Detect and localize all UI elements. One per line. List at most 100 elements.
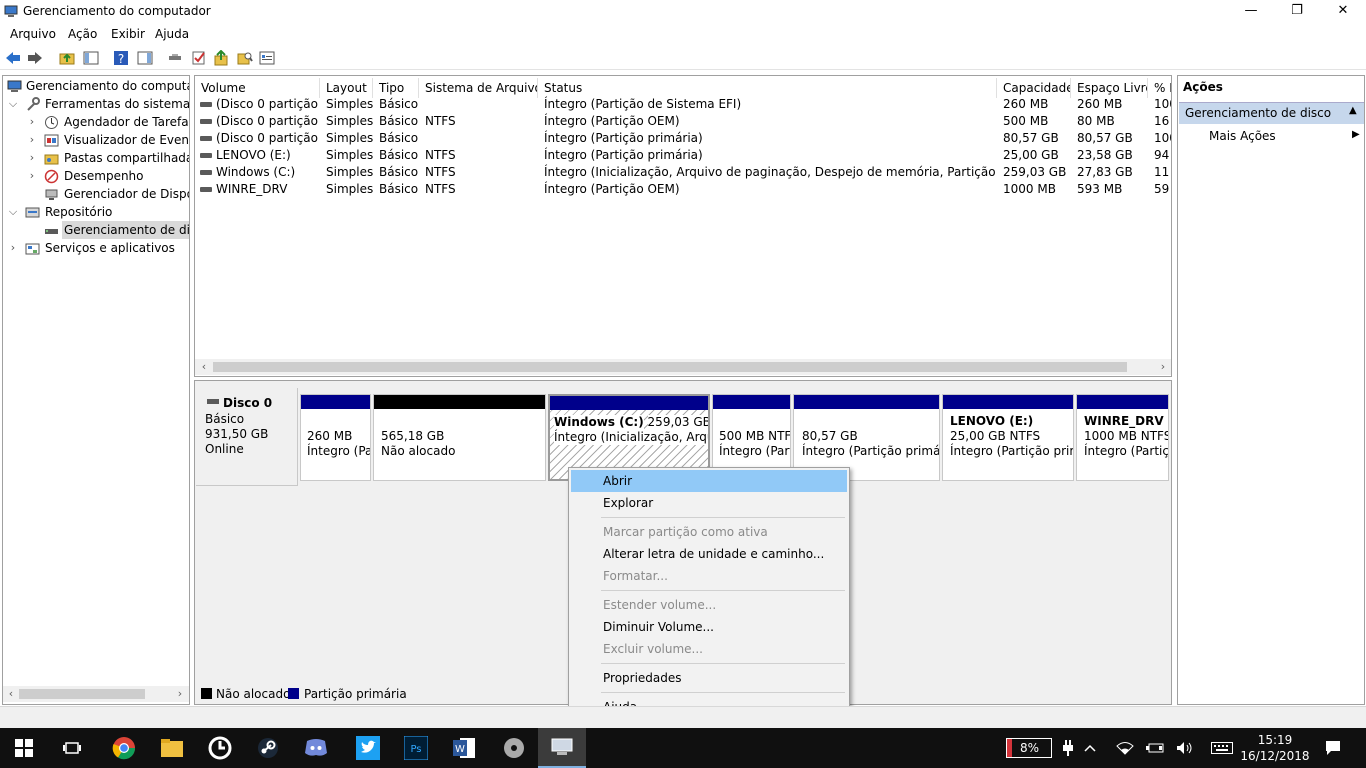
tree-item-services-apps[interactable]: › Serviços e aplicativos — [3, 239, 189, 257]
table-row[interactable]: LENOVO (E:) Simples Básico NTFS Íntegro … — [195, 147, 1171, 164]
chevron-right-icon[interactable]: › — [27, 113, 37, 131]
battery-indicator[interactable]: 8% — [1004, 728, 1054, 768]
minimize-button[interactable]: — — [1228, 0, 1274, 24]
back-arrow-icon[interactable] — [4, 49, 22, 67]
menu-ajuda[interactable]: Ajuda — [155, 27, 189, 41]
tree-item-task-scheduler[interactable]: › Agendador de Tarefas — [3, 113, 189, 131]
column-header-percent-free[interactable]: % L — [1148, 78, 1171, 98]
table-row[interactable]: (Disco 0 partição 1) Simples Básico Ínte… — [195, 96, 1171, 113]
table-row[interactable]: (Disco 0 partição 5) Simples Básico Ínte… — [195, 130, 1171, 147]
cell-capacity: 25,00 GB — [1003, 148, 1059, 162]
restore-button[interactable]: ❐ — [1274, 0, 1320, 24]
chevron-right-icon[interactable]: › — [8, 239, 18, 257]
column-header-volume[interactable]: Volume — [195, 78, 320, 98]
menu-item-open[interactable]: Abrir — [571, 470, 847, 492]
column-header-free-space[interactable]: Espaço Livre — [1071, 78, 1148, 98]
chevron-up-icon[interactable] — [1080, 728, 1100, 768]
chevron-right-icon[interactable]: › — [27, 149, 37, 167]
column-header-capacity[interactable]: Capacidade — [997, 78, 1071, 98]
disk-icon — [200, 136, 212, 141]
table-row[interactable]: WINRE_DRV Simples Básico NTFS Íntegro (P… — [195, 181, 1171, 198]
partition-bar — [713, 395, 790, 409]
toolbar: ? — [0, 46, 1366, 70]
close-button[interactable]: ✕ — [1320, 0, 1366, 24]
tree-item-disk-management[interactable]: Gerenciamento de disco — [3, 221, 189, 239]
clock[interactable]: 15:19 16/12/2018 — [1240, 728, 1310, 768]
tree-item-event-viewer[interactable]: › Visualizador de Eventos — [3, 131, 189, 149]
show-hide-action-pane-icon[interactable] — [136, 49, 154, 67]
chrome-icon[interactable] — [100, 728, 148, 768]
table-row[interactable]: (Disco 0 partição 4) Simples Básico NTFS… — [195, 113, 1171, 130]
menu-exibir[interactable]: Exibir — [111, 27, 145, 41]
column-header-layout[interactable]: Layout — [320, 78, 373, 98]
menu-item-explore[interactable]: Explorar — [571, 492, 847, 514]
twitter-icon[interactable] — [344, 728, 392, 768]
forward-arrow-icon[interactable] — [26, 49, 44, 67]
tree-item-performance[interactable]: › Desempenho — [3, 167, 189, 185]
tree-item-computer-management[interactable]: Gerenciamento do computador — [3, 77, 189, 95]
table-row[interactable]: Windows (C:) Simples Básico NTFS Íntegro… — [195, 164, 1171, 181]
column-header-file-system[interactable]: Sistema de Arquivos — [419, 78, 538, 98]
tools-icon — [27, 97, 40, 111]
column-header-type[interactable]: Tipo — [373, 78, 419, 98]
tree-horizontal-scrollbar[interactable]: ‹ › — [3, 686, 189, 702]
export-icon[interactable] — [212, 49, 230, 67]
disk-0-label[interactable]: Disco 0 Básico 931,50 GB Online — [196, 388, 298, 486]
actions-section-disk-management[interactable]: Gerenciamento de disco ▲ — [1179, 102, 1364, 124]
help-icon[interactable]: ? — [112, 49, 130, 67]
column-header-status[interactable]: Status — [538, 78, 997, 98]
volume-list-horizontal-scrollbar[interactable]: ‹ › — [195, 359, 1171, 375]
chevron-right-icon[interactable]: › — [27, 131, 37, 149]
title-bar: Gerenciamento do computador — ❐ ✕ — [0, 0, 1366, 24]
scroll-left-icon[interactable]: ‹ — [197, 359, 211, 375]
partition-winre[interactable]: WINRE_DRV 1000 MB NTFS Íntegro (Partição… — [1076, 394, 1169, 481]
scroll-right-icon[interactable]: › — [173, 686, 187, 702]
menu-acao[interactable]: Ação — [68, 27, 97, 41]
menu-item-shrink-volume[interactable]: Diminuir Volume... — [571, 616, 847, 638]
collapse-arrow-icon[interactable]: ▲ — [1349, 105, 1357, 116]
volume-icon[interactable] — [1174, 728, 1196, 768]
menu-arquivo[interactable]: Arquivo — [10, 27, 56, 41]
task-view-icon[interactable] — [48, 728, 96, 768]
scrollbar-thumb[interactable] — [213, 362, 1127, 372]
properties-icon[interactable] — [258, 49, 276, 67]
scrollbar-thumb[interactable] — [19, 689, 145, 699]
search-folder-icon[interactable] — [236, 49, 254, 67]
wifi-icon[interactable] — [1114, 728, 1136, 768]
battery-icon[interactable] — [1144, 728, 1166, 768]
partition-efi[interactable]: 260 MB Íntegro (Partição de Sistema EFI) — [300, 394, 371, 481]
file-explorer-icon[interactable] — [148, 728, 196, 768]
photoshop-icon[interactable]: Ps — [392, 728, 440, 768]
cell-status: Íntegro (Partição de Sistema EFI) — [544, 97, 742, 111]
connect-icon[interactable] — [166, 49, 184, 67]
partition-unallocated[interactable]: 565,18 GB Não alocado — [373, 394, 546, 481]
scroll-right-icon[interactable]: › — [1156, 359, 1170, 375]
up-folder-icon[interactable] — [58, 49, 76, 67]
chevron-down-icon[interactable]: ⌵ — [8, 203, 18, 221]
keyboard-icon[interactable] — [1208, 728, 1236, 768]
start-icon[interactable] — [0, 728, 48, 768]
tree-item-device-manager[interactable]: Gerenciador de Dispositivos — [3, 185, 189, 203]
show-hide-tree-icon[interactable] — [82, 49, 100, 67]
steam-icon[interactable] — [244, 728, 292, 768]
more-actions-link[interactable]: Mais Ações — [1209, 129, 1276, 143]
tree-item-storage[interactable]: ⌵ Repositório — [3, 203, 189, 221]
partition-lenovo-e[interactable]: LENOVO (E:) 25,00 GB NTFS Íntegro (Parti… — [942, 394, 1074, 481]
ccleaner-icon[interactable] — [196, 728, 244, 768]
tree-item-shared-folders[interactable]: › Pastas compartilhadas — [3, 149, 189, 167]
scroll-left-icon[interactable]: ‹ — [4, 686, 18, 702]
menu-item-change-drive-letter[interactable]: Alterar letra de unidade e caminho... — [571, 543, 847, 565]
discord-icon[interactable] — [292, 728, 340, 768]
partition-size: 565,18 GB — [381, 429, 445, 443]
computer-management-icon[interactable] — [538, 728, 586, 768]
checklist-icon[interactable] — [190, 49, 208, 67]
tree-item-system-tools[interactable]: ⌵ Ferramentas do sistema — [3, 95, 189, 113]
computer-management-icon — [4, 5, 18, 17]
disc-icon[interactable] — [490, 728, 538, 768]
chevron-right-icon[interactable]: › — [27, 167, 37, 185]
chevron-down-icon[interactable]: ⌵ — [8, 95, 18, 113]
word-icon[interactable]: W — [440, 728, 488, 768]
menu-item-properties[interactable]: Propriedades — [571, 667, 847, 689]
notifications-icon[interactable] — [1318, 728, 1348, 768]
storage-icon — [25, 207, 40, 218]
